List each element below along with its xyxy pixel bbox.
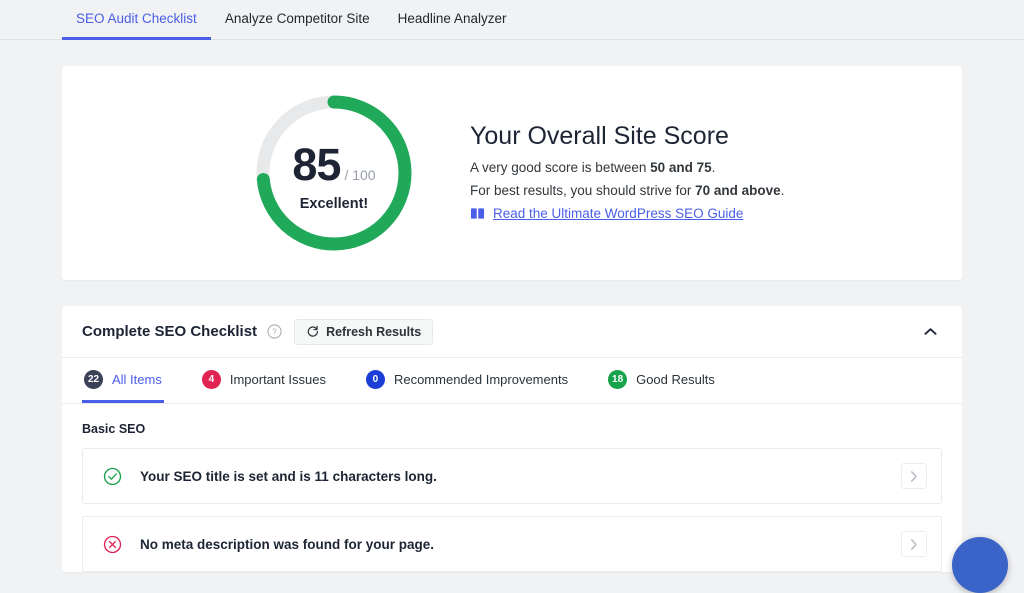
score-line1-bold: 50 and 75 — [650, 160, 712, 175]
score-line-best-results: For best results, you should strive for … — [470, 183, 784, 198]
filter-tab-label: Important Issues — [230, 372, 326, 387]
x-circle-icon — [103, 535, 122, 554]
tab-seo-audit-checklist[interactable]: SEO Audit Checklist — [62, 11, 211, 40]
top-tab-bar: SEO Audit Checklist Analyze Competitor S… — [0, 0, 1024, 40]
filter-tab-important-issues[interactable]: 4 Important Issues — [200, 358, 328, 403]
section-title-basic-seo: Basic SEO — [82, 422, 942, 436]
score-number-row: 85 / 100 — [292, 139, 375, 191]
score-line1-suffix: . — [712, 160, 716, 175]
score-gauge: 85 / 100 Excellent! — [252, 91, 416, 255]
score-line2-bold: 70 and above — [695, 183, 781, 198]
refresh-icon — [306, 325, 319, 338]
checklist-filter-tabs: 22 All Items 4 Important Issues 0 Recomm… — [62, 358, 962, 404]
checklist-item-text: No meta description was found for your p… — [140, 537, 434, 552]
checklist-title: Complete SEO Checklist — [82, 323, 257, 340]
score-total: / 100 — [344, 167, 375, 183]
tab-label: SEO Audit Checklist — [76, 11, 197, 26]
score-line-good-range: A very good score is between 50 and 75. — [470, 160, 784, 175]
book-icon — [470, 206, 485, 221]
ultimate-seo-guide-link[interactable]: Read the Ultimate WordPress SEO Guide — [493, 206, 743, 221]
chevron-up-icon — [924, 327, 937, 336]
score-line2-suffix: . — [781, 183, 785, 198]
overall-score-card: 85 / 100 Excellent! Your Overall Site Sc… — [62, 66, 962, 280]
refresh-results-button[interactable]: Refresh Results — [294, 319, 433, 345]
badge-recommended-improvements: 0 — [366, 370, 385, 389]
question-circle-icon[interactable]: ? — [267, 324, 282, 339]
tab-analyze-competitor-site[interactable]: Analyze Competitor Site — [211, 11, 384, 40]
score-gauge-center: 85 / 100 Excellent! — [252, 91, 416, 255]
checklist-body: Basic SEO Your SEO title is set and is 1… — [62, 404, 962, 572]
chevron-right-icon — [910, 539, 918, 550]
score-title: Your Overall Site Score — [470, 122, 784, 151]
filter-tab-good-results[interactable]: 18 Good Results — [606, 358, 717, 403]
filter-tab-label: Recommended Improvements — [394, 372, 568, 387]
filter-tab-all-items[interactable]: 22 All Items — [82, 358, 164, 403]
chevron-right-icon — [910, 471, 918, 482]
checklist-item-expand-button[interactable] — [901, 463, 927, 489]
filter-tab-label: Good Results — [636, 372, 715, 387]
badge-good-results: 18 — [608, 370, 627, 389]
tab-headline-analyzer[interactable]: Headline Analyzer — [384, 11, 521, 40]
tab-label: Headline Analyzer — [398, 11, 507, 26]
badge-all-items: 22 — [84, 370, 103, 389]
check-circle-icon — [103, 467, 122, 486]
checklist-collapse-toggle[interactable] — [918, 320, 942, 344]
score-rating: Excellent! — [300, 196, 369, 212]
chat-bubble-icon[interactable] — [952, 537, 1008, 593]
filter-tab-recommended-improvements[interactable]: 0 Recommended Improvements — [364, 358, 570, 403]
score-description: Your Overall Site Score A very good scor… — [470, 122, 784, 225]
checklist-item-text: Your SEO title is set and is 11 characte… — [140, 469, 437, 484]
tab-label: Analyze Competitor Site — [225, 11, 370, 26]
score-value: 85 — [292, 139, 340, 191]
checklist-item-expand-button[interactable] — [901, 531, 927, 557]
score-line1-prefix: A very good score is between — [470, 160, 650, 175]
score-line2-prefix: For best results, you should strive for — [470, 183, 695, 198]
guide-link-row[interactable]: Read the Ultimate WordPress SEO Guide — [470, 206, 784, 221]
seo-checklist-card: Complete SEO Checklist ? Refresh Results… — [62, 306, 962, 572]
badge-important-issues: 4 — [202, 370, 221, 389]
svg-text:?: ? — [272, 328, 277, 337]
checklist-item-seo-title[interactable]: Your SEO title is set and is 11 characte… — [82, 448, 942, 504]
filter-tab-label: All Items — [112, 372, 162, 387]
refresh-results-label: Refresh Results — [326, 325, 421, 339]
checklist-item-meta-description[interactable]: No meta description was found for your p… — [82, 516, 942, 572]
checklist-header: Complete SEO Checklist ? Refresh Results — [62, 306, 962, 358]
